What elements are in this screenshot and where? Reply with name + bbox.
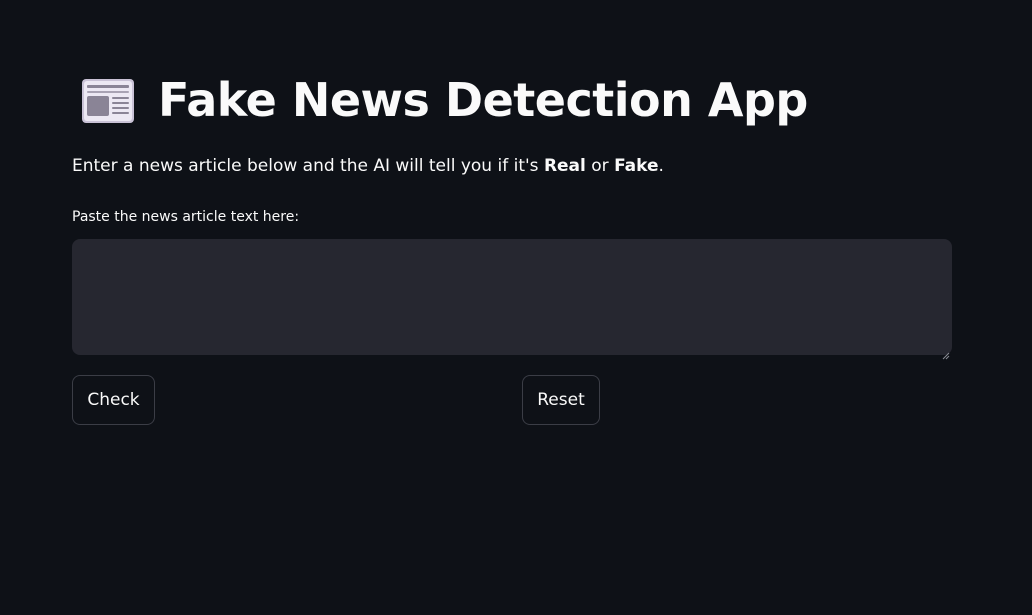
intro-suffix: . [658,156,664,176]
resize-handle-icon[interactable] [942,345,950,360]
intro-prefix: Enter a news article below and the AI wi… [72,156,544,176]
app-container: Fake News Detection App Enter a news art… [0,0,1032,615]
article-input-label: Paste the news article text here: [72,209,300,225]
page-title: Fake News Detection App [158,73,808,127]
check-button[interactable]: Check [72,375,155,425]
article-textarea[interactable] [72,239,952,355]
intro-middle: or [585,156,615,176]
title-row: Fake News Detection App [80,72,808,128]
reset-button[interactable]: Reset [522,375,600,425]
article-input-container [72,239,952,360]
intro-fake: Fake [614,156,659,176]
intro-text: Enter a news article below and the AI wi… [72,156,664,176]
intro-real: Real [543,156,586,176]
newspaper-icon [80,76,136,124]
